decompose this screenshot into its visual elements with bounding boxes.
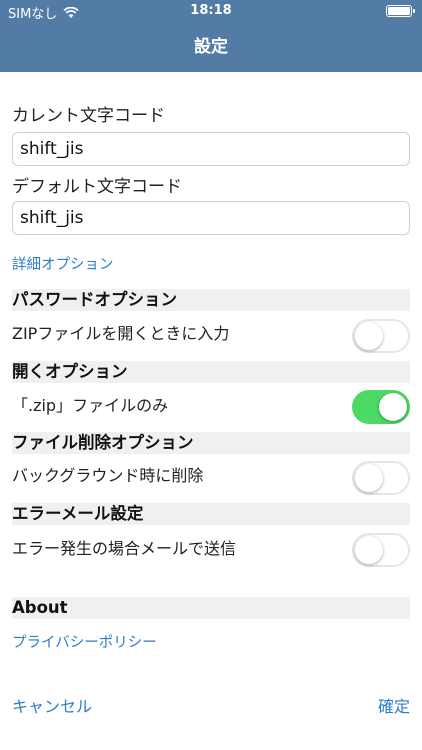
detail-options-link[interactable]: 詳細オプション [12, 253, 114, 274]
delete-options-header: ファイル削除オプション [12, 432, 410, 454]
zip-password-label: ZIPファイルを開くときに入力 [12, 324, 230, 343]
toggle-knob [379, 393, 407, 421]
delete-background-label: バックグラウンド時に削除 [12, 466, 204, 485]
nav-bar: 設定 [0, 22, 422, 72]
error-mail-label: エラー発生の場合メールで送信 [12, 539, 237, 558]
cancel-button[interactable]: キャンセル [12, 693, 92, 717]
error-mail-toggle[interactable] [352, 533, 410, 567]
status-time: 18:18 [190, 3, 232, 18]
status-bar: SIMなし 18:18 [0, 0, 422, 22]
battery-icon [386, 5, 415, 17]
password-options-header: パスワードオプション [12, 289, 410, 311]
current-encoding-input[interactable] [12, 132, 410, 166]
zip-password-toggle[interactable] [352, 319, 410, 353]
zip-only-toggle[interactable] [352, 390, 410, 424]
nav-title: 設定 [194, 37, 228, 57]
privacy-policy-link[interactable]: プライバシーポリシー [12, 631, 157, 652]
zip-only-label: 「.zip」ファイルのみ [12, 396, 169, 415]
current-encoding-label: カレント文字コード [12, 106, 165, 126]
about-header: About [12, 597, 410, 619]
toggle-knob [355, 322, 383, 350]
toggle-knob [355, 536, 383, 564]
open-options-header: 開くオプション [12, 361, 410, 383]
toggle-knob [355, 464, 383, 492]
default-encoding-input[interactable] [12, 201, 410, 235]
default-encoding-label: デフォルト文字コード [12, 177, 182, 197]
error-mail-header: エラーメール設定 [12, 503, 410, 525]
confirm-button[interactable]: 確定 [378, 693, 410, 717]
delete-background-toggle[interactable] [352, 461, 410, 495]
